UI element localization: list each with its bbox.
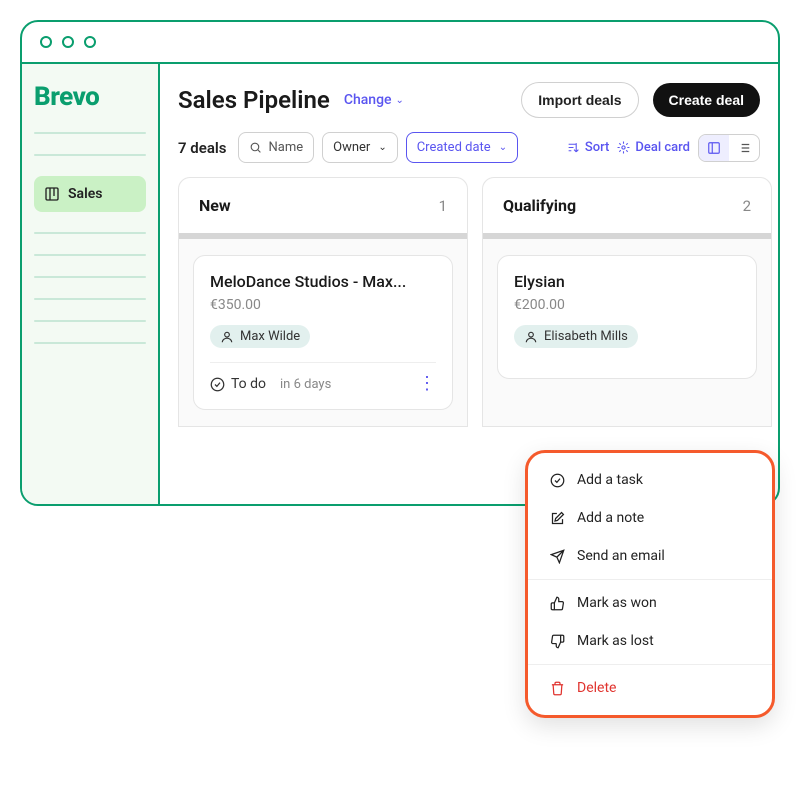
owner-chip[interactable]: Max Wilde [210,325,310,348]
search-icon [249,141,262,154]
nav-placeholder [34,276,146,278]
owner-chip[interactable]: Elisabeth Mills [514,325,638,348]
created-date-filter[interactable]: Created date ⌄ [406,132,518,163]
kanban-icon [44,186,60,202]
pipeline-column-new: New 1 MeloDance Studios - Max... €350.00… [178,177,468,427]
chevron-down-icon: ⌄ [396,95,404,106]
owner-filter[interactable]: Owner ⌄ [322,132,398,163]
menu-mark-won[interactable]: Mark as won [528,584,772,622]
menu-delete[interactable]: Delete [528,669,772,707]
person-icon [220,330,234,344]
menu-add-task[interactable]: Add a task [528,461,772,499]
list-view-button[interactable] [729,135,759,161]
nav-placeholder [34,298,146,300]
column-name: New [199,196,231,215]
change-pipeline-link[interactable]: Change ⌄ [344,92,404,108]
deal-name: Elysian [514,272,740,291]
traffic-light-icon [40,36,52,48]
nav-placeholder [34,154,146,156]
pipeline-column-qualifying: Qualifying 2 Elysian €200.00 Elisabeth M… [482,177,772,427]
menu-divider [528,579,772,580]
chevron-down-icon: ⌄ [378,142,386,153]
todo-status: To do [210,376,266,392]
page-title: Sales Pipeline [178,86,330,114]
create-deal-button[interactable]: Create deal [653,83,760,117]
deal-amount: €350.00 [210,297,436,313]
sidebar: Brevo Sales [22,64,160,504]
deal-name: MeloDance Studios - Max... [210,272,436,291]
column-name: Qualifying [503,196,576,215]
deal-amount: €200.00 [514,297,740,313]
kanban-view-button[interactable] [699,135,729,161]
chevron-down-icon: ⌄ [499,142,507,153]
titlebar [22,22,778,64]
traffic-light-icon [62,36,74,48]
column-count: 1 [439,197,447,215]
gear-icon [617,141,630,154]
trash-icon [550,681,565,696]
deal-context-menu: Add a task Add a note Send an email Mark… [525,450,775,718]
card-menu-button[interactable]: ⋮ [418,375,436,393]
menu-divider [528,664,772,665]
menu-add-note[interactable]: Add a note [528,499,772,537]
import-deals-button[interactable]: Import deals [521,82,638,118]
sidebar-item-sales[interactable]: Sales [34,176,146,212]
traffic-light-icon [84,36,96,48]
main-content: Sales Pipeline Change ⌄ Import deals Cre… [160,64,778,504]
app-window: Brevo Sales Sales Pipeline Change ⌄ [20,20,780,506]
pipeline-board: New 1 MeloDance Studios - Max... €350.00… [178,177,778,427]
person-icon [524,330,538,344]
check-circle-icon [210,377,225,392]
kanban-icon [707,141,721,155]
send-icon [550,549,565,564]
deal-card[interactable]: Elysian €200.00 Elisabeth Mills [497,255,757,379]
thumbs-up-icon [550,596,565,611]
sidebar-item-label: Sales [68,186,102,202]
menu-send-email[interactable]: Send an email [528,537,772,575]
nav-placeholder [34,320,146,322]
sort-icon [567,141,580,154]
view-toggle [698,134,760,162]
deal-card-settings[interactable]: Deal card [617,140,690,155]
check-circle-icon [550,473,565,488]
nav-placeholder [34,254,146,256]
nav-placeholder [34,342,146,344]
sort-button[interactable]: Sort [567,140,610,155]
brevo-logo: Brevo [34,82,146,112]
column-count: 2 [743,197,751,215]
menu-mark-lost[interactable]: Mark as lost [528,622,772,660]
nav-placeholder [34,232,146,234]
nav-placeholder [34,132,146,134]
search-input[interactable]: Name [238,132,314,163]
due-date: in 6 days [280,377,331,392]
list-icon [737,141,751,155]
deal-count: 7 deals [178,139,226,157]
thumbs-down-icon [550,634,565,649]
edit-icon [550,511,565,526]
deal-card[interactable]: MeloDance Studios - Max... €350.00 Max W… [193,255,453,410]
